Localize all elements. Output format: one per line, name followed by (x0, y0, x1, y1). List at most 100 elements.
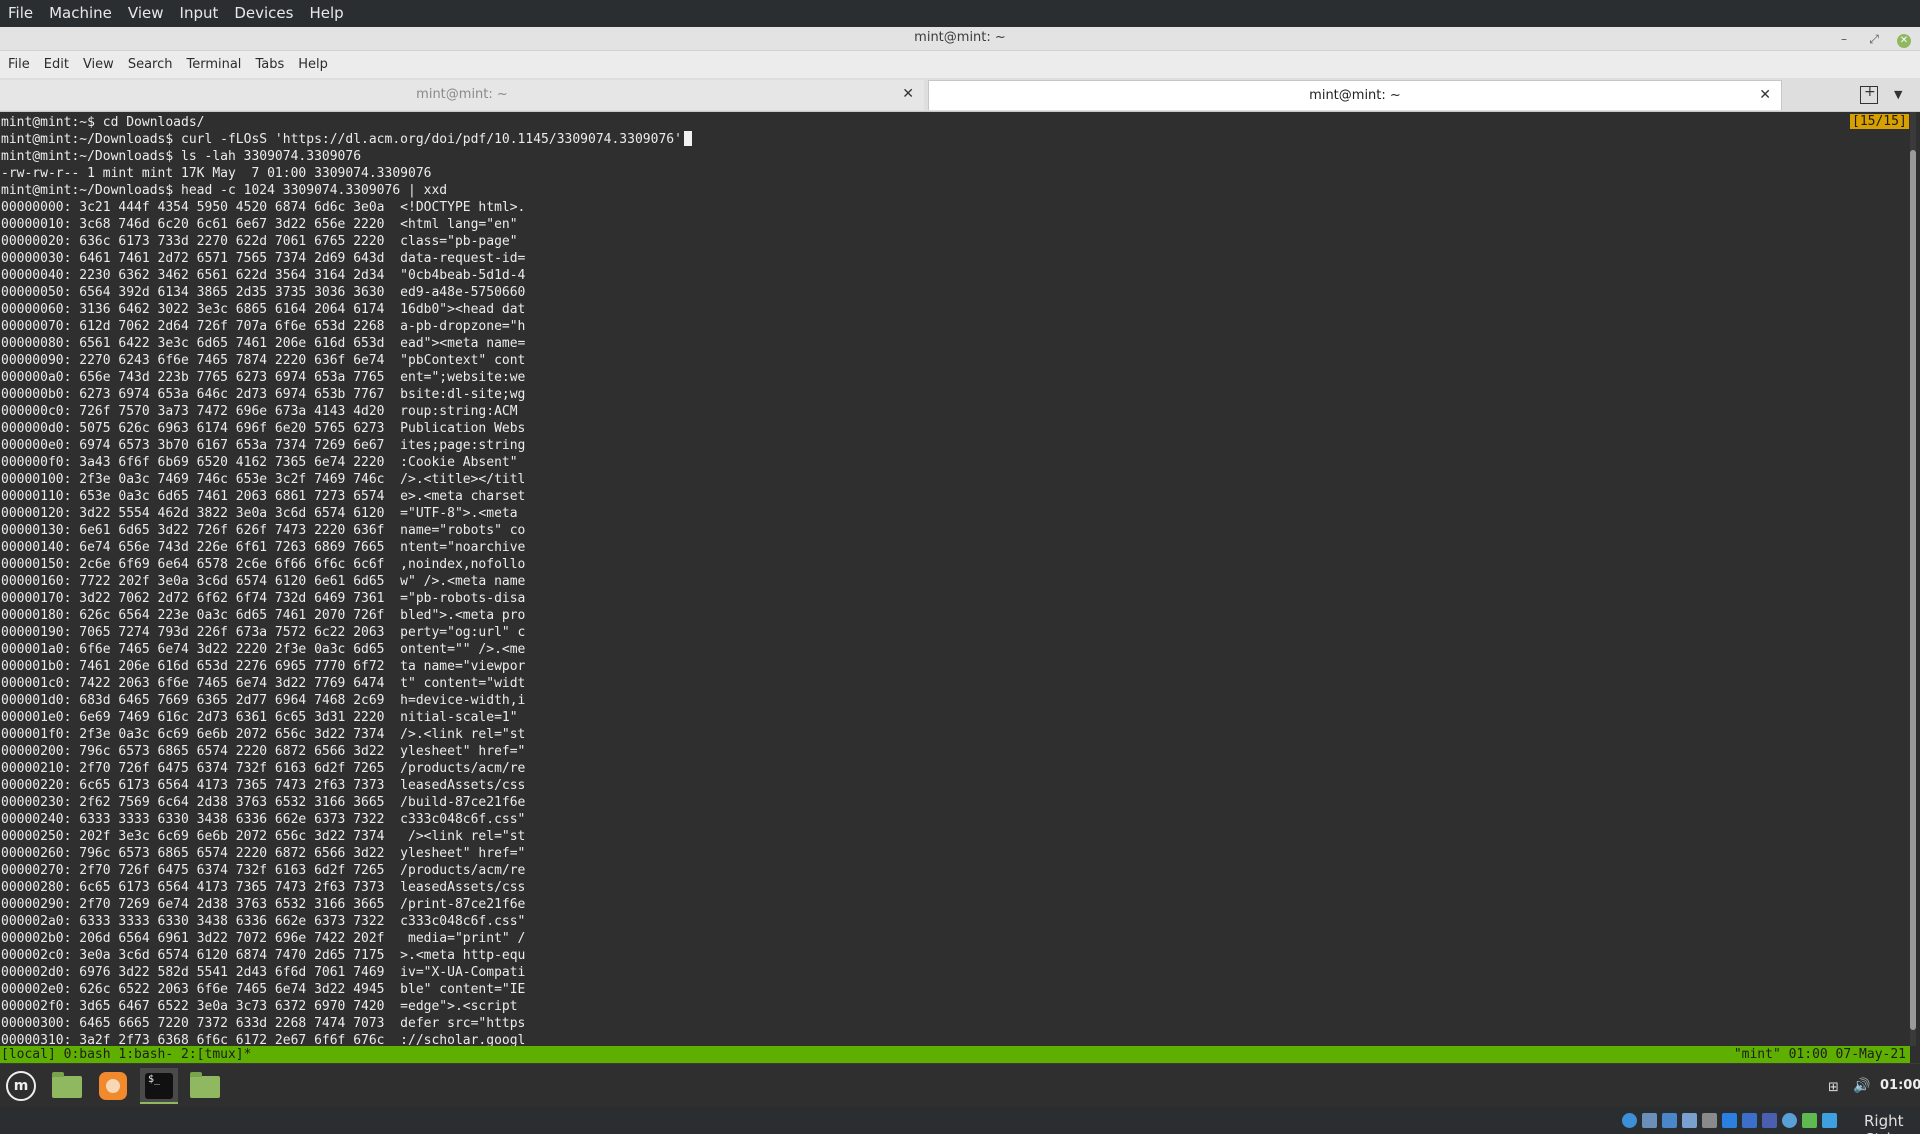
terminal-titlebar[interactable]: mint@mint: ~ – ⤢ ✕ (0, 27, 1920, 51)
display-icon[interactable] (1742, 1113, 1757, 1128)
terminal-line: 000002e0: 626c 6522 2063 6f6e 7465 6e74 … (1, 982, 526, 997)
network-icon[interactable]: ⊞ (1828, 1080, 1839, 1095)
new-tab-icon[interactable] (1860, 84, 1878, 104)
host-key-label: Right Ctrl (1864, 1112, 1904, 1134)
terminal-line: 000001d0: 683d 6465 7669 6365 2d77 6964 … (1, 693, 526, 708)
copy-mode-position: [15/15] (1850, 114, 1909, 129)
scrollbar-thumb[interactable] (1910, 150, 1916, 1030)
terminal-line: 00000270: 2f70 726f 6475 6374 732f 6163 … (1, 863, 526, 878)
tab-label: mint@mint: ~ (416, 87, 508, 102)
vbox-menu-input[interactable]: Input (172, 0, 227, 27)
terminal-line: 00000240: 6333 3333 6330 3438 6336 662e … (1, 812, 526, 827)
terminal-line: 00000300: 6465 6665 7220 7372 633d 2268 … (1, 1016, 526, 1031)
menu-edit[interactable]: Edit (37, 57, 76, 72)
terminal-line: 000000d0: 5075 626c 6963 6174 696f 6e20 … (1, 421, 526, 436)
terminal-line: 00000060: 3136 6462 3022 3e3c 6865 6164 … (1, 302, 526, 317)
terminal-launcher[interactable]: $_ (140, 1068, 178, 1104)
menu-view[interactable]: View (76, 57, 121, 72)
tmux-status-bar: [local] 0:bash 1:bash- 2:[tmux]* "mint" … (0, 1046, 1910, 1063)
terminal-line: 00000000: 3c21 444f 4354 5950 4520 6874 … (1, 200, 526, 215)
menu-help[interactable]: Help (291, 57, 335, 72)
terminal-line: 000001b0: 7461 206e 616d 653d 2276 6965 … (1, 659, 526, 674)
menu-search[interactable]: Search (121, 57, 180, 72)
terminal-output: mint@mint:~$ cd Downloads/mint@mint:~/Do… (1, 114, 692, 1049)
terminal-line: 00000250: 202f 3e3c 6c69 6e6b 2072 656c … (1, 829, 526, 844)
terminal-line: 00000230: 2f62 7569 6c64 2d38 3763 6532 … (1, 795, 526, 810)
tab-close-icon[interactable]: ✕ (1759, 87, 1771, 103)
vbox-menubar: File Machine View Input Devices Help (0, 0, 1920, 27)
tab-2[interactable]: mint@mint: ~ ✕ (928, 80, 1782, 110)
minimize-icon: – (1841, 32, 1847, 46)
terminal-line: 000001a0: 6f6e 7465 6e74 3d22 2220 2f3e … (1, 642, 526, 657)
terminal-menubar: File Edit View Search Terminal Tabs Help (0, 51, 1920, 78)
tab-1[interactable]: mint@mint: ~ ✕ (0, 80, 924, 110)
vbox-menu-help[interactable]: Help (301, 0, 351, 27)
terminal-line: 000000c0: 726f 7570 3a73 7472 696e 673a … (1, 404, 526, 419)
terminal-line: mint@mint:~$ cd Downloads/ (1, 115, 205, 130)
tab-menu-icon[interactable]: ▼ (1894, 88, 1902, 101)
mint-menu-button[interactable]: m (2, 1068, 40, 1104)
terminal-line: mint@mint:~/Downloads$ head -c 1024 3309… (1, 183, 448, 198)
maximize-button[interactable]: ⤢ (1864, 29, 1884, 49)
recording-icon[interactable] (1762, 1113, 1777, 1128)
vbox-menu-view[interactable]: View (120, 0, 172, 27)
terminal-cursor (683, 131, 692, 146)
terminal-line: 00000040: 2230 6362 3462 6561 622d 3564 … (1, 268, 526, 283)
tmux-window-list: [local] 0:bash 1:bash- 2:[tmux]* (1, 1047, 252, 1062)
terminal-line: 00000070: 612d 7062 2d64 726f 707a 6f6e … (1, 319, 526, 334)
clock[interactable]: 01:00 (1880, 1078, 1920, 1093)
terminal-line: 000002c0: 3e0a 3c6d 6574 6120 6874 7470 … (1, 948, 526, 963)
menu-file[interactable]: File (1, 57, 37, 72)
terminal-line: 00000260: 796c 6573 6865 6574 2220 6872 … (1, 846, 526, 861)
mint-logo-icon: m (6, 1071, 36, 1101)
folder-launcher[interactable] (186, 1068, 224, 1104)
menu-terminal[interactable]: Terminal (179, 57, 248, 72)
menu-tabs[interactable]: Tabs (248, 57, 291, 72)
shared-folders-icon[interactable] (1722, 1113, 1737, 1128)
terminal-line: 000002b0: 206d 6564 6961 3d22 7072 696e … (1, 931, 526, 946)
terminal-line: 000002a0: 6333 3333 6330 3438 6336 662e … (1, 914, 526, 929)
terminal-line: 000002f0: 3d65 6467 6522 3e0a 3c73 6372 … (1, 999, 526, 1014)
close-button[interactable]: ✕ (1894, 29, 1914, 49)
optical-drive-icon[interactable] (1642, 1113, 1657, 1128)
tmux-status-right: "mint" 01:00 07-May-21 (1733, 1047, 1906, 1062)
vbox-menu-devices[interactable]: Devices (226, 0, 301, 27)
vbox-menu-file[interactable]: File (0, 0, 41, 27)
terminal-line: 00000080: 6561 6422 3e3c 6d65 7461 206e … (1, 336, 526, 351)
close-icon: ✕ (1897, 34, 1911, 48)
virtualization-icon[interactable] (1782, 1113, 1797, 1128)
scrollbar[interactable] (1910, 112, 1916, 1046)
terminal-line: -rw-rw-r-- 1 mint mint 17K May 7 01:00 3… (1, 166, 432, 181)
terminal-line: 00000290: 2f70 7269 6e74 2d38 3763 6532 … (1, 897, 526, 912)
terminal-line: 000001e0: 6e69 7469 616c 2d73 6361 6c65 … (1, 710, 526, 725)
audio-icon[interactable] (1662, 1113, 1677, 1128)
terminal-line: 00000120: 3d22 5554 462d 3822 3e0a 3c6d … (1, 506, 526, 521)
network-adapter-icon[interactable] (1682, 1113, 1697, 1128)
folder-icon (52, 1072, 82, 1098)
keyboard-capture-icon[interactable] (1822, 1113, 1837, 1128)
terminal-line: 00000140: 6e74 656e 743d 226e 6f61 7263 … (1, 540, 526, 555)
terminal-line: 000001c0: 7422 2063 6f6e 7465 6e74 3d22 … (1, 676, 526, 691)
terminal-line: 000000f0: 3a43 6f6f 6b69 6520 4162 7365 … (1, 455, 526, 470)
usb-icon[interactable] (1702, 1113, 1717, 1128)
maximize-icon: ⤢ (1869, 32, 1879, 46)
mouse-integration-icon[interactable] (1802, 1113, 1817, 1128)
minimize-button[interactable]: – (1834, 29, 1854, 49)
terminal-viewport[interactable]: mint@mint:~$ cd Downloads/mint@mint:~/Do… (0, 112, 1920, 1049)
terminal-line: 00000170: 3d22 7062 2d72 6f62 6f74 732d … (1, 591, 526, 606)
volume-icon[interactable]: 🔊 (1853, 1078, 1870, 1094)
guest-taskbar: m $_ ⊞ 🔊 01:00 (0, 1063, 1920, 1107)
folder-icon (190, 1072, 220, 1098)
hard-disk-icon[interactable] (1622, 1113, 1637, 1128)
tab-close-icon[interactable]: ✕ (902, 86, 914, 102)
terminal-line: 00000200: 796c 6573 6865 6574 2220 6872 … (1, 744, 526, 759)
tab-bar: mint@mint: ~ ✕ mint@mint: ~ ✕ ▼ (0, 78, 1920, 112)
terminal-line: 00000020: 636c 6173 733d 2270 622d 7061 … (1, 234, 526, 249)
vbox-menu-machine[interactable]: Machine (41, 0, 120, 27)
terminal-line: 00000090: 2270 6243 6f6e 7465 7874 2220 … (1, 353, 526, 368)
firefox-launcher[interactable] (94, 1068, 132, 1104)
terminal-line: 00000160: 7722 202f 3e0a 3c6d 6574 6120 … (1, 574, 526, 589)
files-launcher[interactable] (48, 1068, 86, 1104)
terminal-line: 00000010: 3c68 746d 6c20 6c61 6e67 3d22 … (1, 217, 526, 232)
terminal-line: 00000100: 2f3e 0a3c 7469 746c 653e 3c2f … (1, 472, 526, 487)
